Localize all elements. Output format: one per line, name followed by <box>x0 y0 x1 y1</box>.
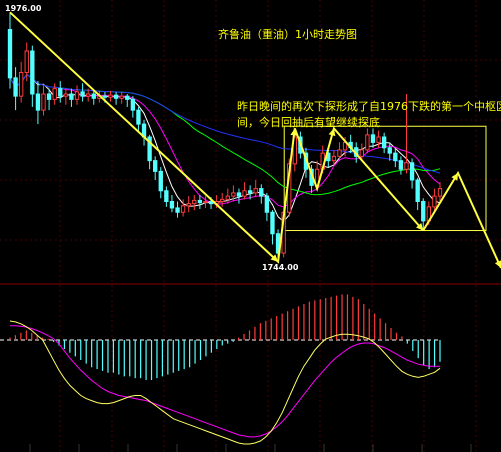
candle-up <box>231 192 236 197</box>
candle-down <box>46 93 52 100</box>
candle-down <box>80 91 85 97</box>
candle-down <box>370 134 376 143</box>
annotation-line-2: 间，今日回抽后有望继续探底 <box>237 115 380 129</box>
candle-up <box>192 199 197 205</box>
candle-down <box>393 152 398 162</box>
candle-up <box>242 190 247 197</box>
candle-down <box>130 98 136 111</box>
candle-down <box>197 199 203 204</box>
chart-title: 齐鲁油（重油）1小时走势图 <box>218 27 357 41</box>
candle-down <box>58 88 63 97</box>
candle-down <box>113 94 119 99</box>
candle-up <box>432 195 437 208</box>
candle-down <box>30 50 35 95</box>
candle-up <box>186 203 191 207</box>
candle-down <box>102 95 108 98</box>
candle-up <box>359 149 364 157</box>
candle-down <box>175 207 180 213</box>
candle-up <box>220 198 225 203</box>
candle-up <box>253 188 258 194</box>
candle-down <box>421 201 426 222</box>
candle-up <box>404 162 409 170</box>
candle-down <box>169 201 175 209</box>
candle-down <box>387 147 392 154</box>
candle-down <box>415 179 420 202</box>
candle-up <box>119 95 124 99</box>
candle-up <box>24 50 29 73</box>
candle-down <box>136 109 141 125</box>
candle-down <box>13 77 18 97</box>
candle-down <box>91 93 96 99</box>
candle-up <box>86 93 91 97</box>
candle-up <box>74 91 80 100</box>
candle-down <box>270 211 275 235</box>
candle-down <box>69 93 74 100</box>
candle-up <box>331 155 337 162</box>
candle-down <box>125 95 130 100</box>
candle-down <box>208 201 214 205</box>
candle-down <box>398 160 404 170</box>
candle-up <box>225 195 230 200</box>
candle-down <box>7 29 13 79</box>
candle-down <box>164 190 169 202</box>
candle-up <box>52 88 57 100</box>
candle-down <box>35 93 41 111</box>
candle-down <box>158 170 163 192</box>
candle-up <box>180 205 186 213</box>
candle-up <box>337 149 342 157</box>
candle-up <box>108 94 113 98</box>
candlestick-chart: 齐鲁油（重油）1小时走势图 昨日晚间的再次下探形成了自1976下跌的第一个中枢区… <box>0 0 501 452</box>
high-price-label: 1976.00 <box>5 4 42 13</box>
candle-up <box>376 136 381 143</box>
candle-up <box>41 93 46 111</box>
low-price-label: 1744.00 <box>262 263 299 272</box>
annotation-line-1: 昨日晚间的再次下探形成了自1976下跌的第一个中枢区 <box>237 99 501 113</box>
candle-up <box>437 188 443 197</box>
candle-down <box>153 160 158 172</box>
candle-up <box>18 72 24 97</box>
candle-up <box>63 93 69 97</box>
candle-up <box>365 134 370 151</box>
candle-down <box>247 190 253 194</box>
candle-down <box>381 136 387 149</box>
candle-down <box>259 188 264 197</box>
candle-down <box>409 162 415 181</box>
candle-up <box>203 201 208 204</box>
candle-down <box>236 192 242 197</box>
candle-down <box>264 195 270 213</box>
